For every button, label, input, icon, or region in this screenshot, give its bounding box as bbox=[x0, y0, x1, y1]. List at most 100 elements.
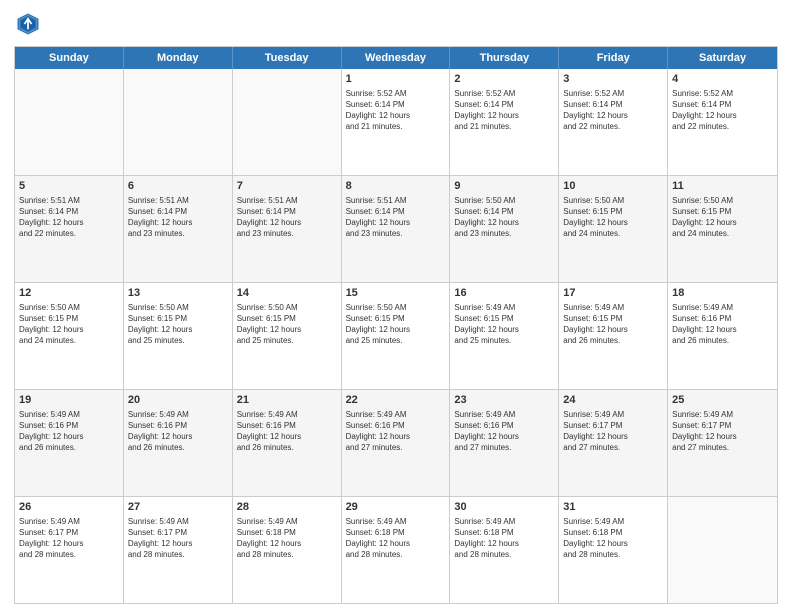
day-number: 17 bbox=[563, 286, 663, 301]
cal-cell: 18Sunrise: 5:49 AM Sunset: 6:16 PM Dayli… bbox=[668, 283, 777, 389]
day-number: 24 bbox=[563, 393, 663, 408]
day-number: 6 bbox=[128, 179, 228, 194]
cal-cell bbox=[668, 497, 777, 603]
cal-cell: 16Sunrise: 5:49 AM Sunset: 6:15 PM Dayli… bbox=[450, 283, 559, 389]
cell-info: Sunrise: 5:50 AM Sunset: 6:15 PM Dayligh… bbox=[563, 195, 663, 240]
cal-row-3: 19Sunrise: 5:49 AM Sunset: 6:16 PM Dayli… bbox=[15, 389, 777, 496]
cal-cell: 30Sunrise: 5:49 AM Sunset: 6:18 PM Dayli… bbox=[450, 497, 559, 603]
cell-info: Sunrise: 5:51 AM Sunset: 6:14 PM Dayligh… bbox=[237, 195, 337, 240]
cal-cell: 14Sunrise: 5:50 AM Sunset: 6:15 PM Dayli… bbox=[233, 283, 342, 389]
day-number: 12 bbox=[19, 286, 119, 301]
calendar: SundayMondayTuesdayWednesdayThursdayFrid… bbox=[14, 46, 778, 604]
cell-info: Sunrise: 5:49 AM Sunset: 6:17 PM Dayligh… bbox=[128, 516, 228, 561]
cell-info: Sunrise: 5:49 AM Sunset: 6:18 PM Dayligh… bbox=[563, 516, 663, 561]
day-number: 27 bbox=[128, 500, 228, 515]
day-number: 14 bbox=[237, 286, 337, 301]
cal-row-4: 26 Sunrise: 5:49 AM Sunset: 6:17 PM Dayli… bbox=[15, 496, 777, 603]
cal-cell: 15Sunrise: 5:50 AM Sunset: 6:15 PM Dayli… bbox=[342, 283, 451, 389]
cal-cell: 3Sunrise: 5:52 AM Sunset: 6:14 PM Daylig… bbox=[559, 69, 668, 175]
col-header-tuesday: Tuesday bbox=[233, 47, 342, 69]
column-headers: SundayMondayTuesdayWednesdayThursdayFrid… bbox=[15, 47, 777, 69]
cell-info: Sunrise: 5:49 AM Sunset: 6:18 PM Dayligh… bbox=[346, 516, 446, 561]
day-number: 19 bbox=[19, 393, 119, 408]
cal-cell: 6Sunrise: 5:51 AM Sunset: 6:14 PM Daylig… bbox=[124, 176, 233, 282]
cal-cell: 25Sunrise: 5:49 AM Sunset: 6:17 PM Dayli… bbox=[668, 390, 777, 496]
day-number: 21 bbox=[237, 393, 337, 408]
cal-cell: 29Sunrise: 5:49 AM Sunset: 6:18 PM Dayli… bbox=[342, 497, 451, 603]
cal-row-0: 1Sunrise: 5:52 AM Sunset: 6:14 PM Daylig… bbox=[15, 69, 777, 175]
cell-info: Sunrise: 5:50 AM Sunset: 6:15 PM Dayligh… bbox=[672, 195, 773, 240]
cal-cell: 21Sunrise: 5:49 AM Sunset: 6:16 PM Dayli… bbox=[233, 390, 342, 496]
cal-cell: 13Sunrise: 5:50 AM Sunset: 6:15 PM Dayli… bbox=[124, 283, 233, 389]
day-number: 9 bbox=[454, 179, 554, 194]
day-number: 22 bbox=[346, 393, 446, 408]
page: SundayMondayTuesdayWednesdayThursdayFrid… bbox=[0, 0, 792, 612]
calendar-body: 1Sunrise: 5:52 AM Sunset: 6:14 PM Daylig… bbox=[15, 69, 777, 603]
cell-info: Sunrise: 5:50 AM Sunset: 6:15 PM Dayligh… bbox=[237, 302, 337, 347]
cell-info: Sunrise: 5:49 AM Sunset: 6:16 PM Dayligh… bbox=[672, 302, 773, 347]
cal-cell: 23Sunrise: 5:49 AM Sunset: 6:16 PM Dayli… bbox=[450, 390, 559, 496]
cell-info: Sunrise: 5:49 AM Sunset: 6:15 PM Dayligh… bbox=[454, 302, 554, 347]
day-number: 3 bbox=[563, 72, 663, 87]
cal-cell: 9Sunrise: 5:50 AM Sunset: 6:14 PM Daylig… bbox=[450, 176, 559, 282]
cal-cell: 19Sunrise: 5:49 AM Sunset: 6:16 PM Dayli… bbox=[15, 390, 124, 496]
col-header-wednesday: Wednesday bbox=[342, 47, 451, 69]
cell-info: Sunrise: 5:50 AM Sunset: 6:14 PM Dayligh… bbox=[454, 195, 554, 240]
cell-info: Sunrise: 5:52 AM Sunset: 6:14 PM Dayligh… bbox=[563, 88, 663, 133]
day-number: 7 bbox=[237, 179, 337, 194]
day-number: 16 bbox=[454, 286, 554, 301]
day-number: 8 bbox=[346, 179, 446, 194]
cal-cell: 10Sunrise: 5:50 AM Sunset: 6:15 PM Dayli… bbox=[559, 176, 668, 282]
col-header-friday: Friday bbox=[559, 47, 668, 69]
cal-cell: 17Sunrise: 5:49 AM Sunset: 6:15 PM Dayli… bbox=[559, 283, 668, 389]
cal-cell: 22Sunrise: 5:49 AM Sunset: 6:16 PM Dayli… bbox=[342, 390, 451, 496]
day-number: 31 bbox=[563, 500, 663, 515]
day-number: 11 bbox=[672, 179, 773, 194]
cell-info: Sunrise: 5:51 AM Sunset: 6:14 PM Dayligh… bbox=[19, 195, 119, 240]
day-number: 20 bbox=[128, 393, 228, 408]
logo-icon bbox=[14, 10, 42, 38]
cal-cell: 1Sunrise: 5:52 AM Sunset: 6:14 PM Daylig… bbox=[342, 69, 451, 175]
cal-cell: 27Sunrise: 5:49 AM Sunset: 6:17 PM Dayli… bbox=[124, 497, 233, 603]
cell-info: Sunrise: 5:51 AM Sunset: 6:14 PM Dayligh… bbox=[128, 195, 228, 240]
day-number: 4 bbox=[672, 72, 773, 87]
cal-cell: 11Sunrise: 5:50 AM Sunset: 6:15 PM Dayli… bbox=[668, 176, 777, 282]
day-number: 1 bbox=[346, 72, 446, 87]
cell-info: Sunrise: 5:49 AM Sunset: 6:17 PM Dayligh… bbox=[563, 409, 663, 454]
cal-cell: 26Sunrise: 5:49 AM Sunset: 6:17 PM Dayli… bbox=[15, 497, 124, 603]
day-number: 26 bbox=[19, 500, 119, 515]
cal-row-2: 12Sunrise: 5:50 AM Sunset: 6:15 PM Dayli… bbox=[15, 282, 777, 389]
cal-cell: 24Sunrise: 5:49 AM Sunset: 6:17 PM Dayli… bbox=[559, 390, 668, 496]
cal-cell: 20Sunrise: 5:49 AM Sunset: 6:16 PM Dayli… bbox=[124, 390, 233, 496]
cell-info: Sunrise: 5:50 AM Sunset: 6:15 PM Dayligh… bbox=[128, 302, 228, 347]
cal-cell: 31Sunrise: 5:49 AM Sunset: 6:18 PM Dayli… bbox=[559, 497, 668, 603]
cell-info: Sunrise: 5:52 AM Sunset: 6:14 PM Dayligh… bbox=[454, 88, 554, 133]
col-header-thursday: Thursday bbox=[450, 47, 559, 69]
cell-info: Sunrise: 5:50 AM Sunset: 6:15 PM Dayligh… bbox=[19, 302, 119, 347]
cal-cell: 5Sunrise: 5:51 AM Sunset: 6:14 PM Daylig… bbox=[15, 176, 124, 282]
day-number: 30 bbox=[454, 500, 554, 515]
day-number: 2 bbox=[454, 72, 554, 87]
cal-cell: 7Sunrise: 5:51 AM Sunset: 6:14 PM Daylig… bbox=[233, 176, 342, 282]
day-number: 13 bbox=[128, 286, 228, 301]
cal-cell: 8Sunrise: 5:51 AM Sunset: 6:14 PM Daylig… bbox=[342, 176, 451, 282]
cell-info: Sunrise: 5:49 AM Sunset: 6:17 PM Dayligh… bbox=[672, 409, 773, 454]
cell-info: Sunrise: 5:49 AM Sunset: 6:16 PM Dayligh… bbox=[237, 409, 337, 454]
cell-info: Sunrise: 5:52 AM Sunset: 6:14 PM Dayligh… bbox=[346, 88, 446, 133]
col-header-saturday: Saturday bbox=[668, 47, 777, 69]
cal-cell bbox=[15, 69, 124, 175]
day-number: 23 bbox=[454, 393, 554, 408]
cell-info: Sunrise: 5:51 AM Sunset: 6:14 PM Dayligh… bbox=[346, 195, 446, 240]
day-number: 18 bbox=[672, 286, 773, 301]
cal-cell: 2Sunrise: 5:52 AM Sunset: 6:14 PM Daylig… bbox=[450, 69, 559, 175]
cal-cell: 4Sunrise: 5:52 AM Sunset: 6:14 PM Daylig… bbox=[668, 69, 777, 175]
cal-cell bbox=[233, 69, 342, 175]
cell-info: Sunrise: 5:49 AM Sunset: 6:18 PM Dayligh… bbox=[237, 516, 337, 561]
cal-cell bbox=[124, 69, 233, 175]
cell-info: Sunrise: 5:49 AM Sunset: 6:15 PM Dayligh… bbox=[563, 302, 663, 347]
cell-info: Sunrise: 5:49 AM Sunset: 6:16 PM Dayligh… bbox=[454, 409, 554, 454]
cal-cell: 28Sunrise: 5:49 AM Sunset: 6:18 PM Dayli… bbox=[233, 497, 342, 603]
header bbox=[14, 10, 778, 38]
cell-info: Sunrise: 5:52 AM Sunset: 6:14 PM Dayligh… bbox=[672, 88, 773, 133]
cell-info: Sunrise: 5:49 AM Sunset: 6:16 PM Dayligh… bbox=[19, 409, 119, 454]
